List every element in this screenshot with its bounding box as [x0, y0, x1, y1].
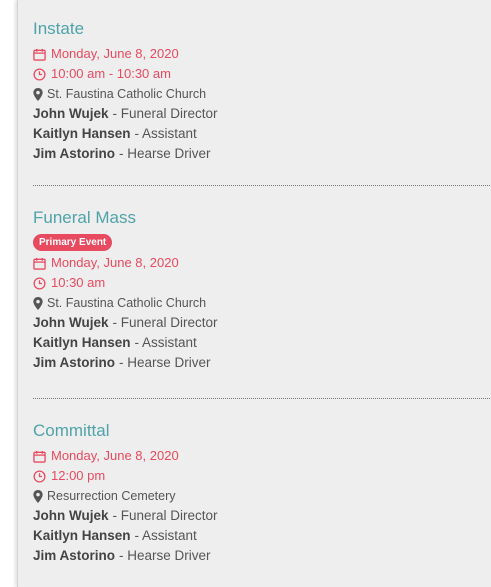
staff-role: - Funeral Director — [112, 315, 218, 330]
event-title-row: Funeral Mass — [33, 207, 491, 229]
staff-role: - Funeral Director — [112, 106, 218, 121]
event-committal: Committal Monday, June 8, 2020 12:00 pm … — [33, 420, 491, 566]
event-date: Monday, June 8, 2020 — [33, 44, 491, 64]
event-date-text: Monday, June 8, 2020 — [51, 255, 179, 270]
staff-name: Jim Astorino — [33, 548, 116, 563]
staff-row: Jim Astorino - Hearse Driver — [33, 546, 491, 566]
map-marker-icon — [33, 296, 43, 310]
staff-name: Jim Astorino — [33, 146, 116, 161]
calendar-icon — [33, 450, 46, 463]
staff-role: - Hearse Driver — [119, 548, 211, 563]
event-schedule-panel: Instate Monday, June 8, 2020 10:00 am - … — [17, 0, 491, 587]
map-marker-icon — [33, 87, 43, 101]
event-location-text: St. Faustina Catholic Church — [47, 87, 207, 101]
staff-role: - Hearse Driver — [119, 355, 211, 370]
clock-icon — [33, 469, 46, 483]
event-date-text: Monday, June 8, 2020 — [51, 46, 179, 61]
event-title-row: Instate — [33, 18, 491, 40]
event-funeral-mass: Funeral Mass Primary Event Monday, June … — [33, 207, 491, 373]
staff-role: - Assistant — [134, 528, 197, 543]
event-time: 12:00 pm — [33, 466, 491, 486]
staff-name: Jim Astorino — [33, 355, 116, 370]
staff-row: John Wujek - Funeral Director — [33, 104, 491, 124]
event-location: St. Faustina Catholic Church — [33, 84, 491, 104]
event-title: Committal — [33, 421, 110, 440]
event-time: 10:00 am - 10:30 am — [33, 64, 491, 84]
event-date-text: Monday, June 8, 2020 — [51, 448, 179, 463]
event-location-text: Resurrection Cemetery — [47, 489, 176, 503]
clock-icon — [33, 276, 46, 290]
staff-name: Kaitlyn Hansen — [33, 528, 131, 543]
event-title-row: Committal — [33, 420, 491, 442]
staff-role: - Assistant — [134, 335, 197, 350]
clock-icon — [33, 67, 46, 81]
staff-name: John Wujek — [33, 508, 109, 523]
event-time-text: 12:00 pm — [51, 468, 106, 483]
event-location: St. Faustina Catholic Church — [33, 293, 491, 313]
event-location: Resurrection Cemetery — [33, 486, 491, 506]
staff-role: - Hearse Driver — [119, 146, 211, 161]
event-date: Monday, June 8, 2020 — [33, 446, 491, 466]
staff-role: - Assistant — [134, 126, 197, 141]
event-location-text: St. Faustina Catholic Church — [47, 296, 207, 310]
event-time: 10:30 am — [33, 273, 491, 293]
map-marker-icon — [33, 489, 43, 503]
divider — [33, 398, 491, 399]
event-title: Funeral Mass — [33, 208, 136, 227]
staff-role: - Funeral Director — [112, 508, 218, 523]
event-date: Monday, June 8, 2020 — [33, 253, 491, 273]
calendar-icon — [33, 48, 46, 61]
divider — [33, 185, 491, 186]
event-title: Instate — [33, 19, 85, 38]
staff-row: Jim Astorino - Hearse Driver — [33, 353, 491, 373]
staff-name: Kaitlyn Hansen — [33, 126, 131, 141]
staff-name: John Wujek — [33, 106, 109, 121]
staff-row: John Wujek - Funeral Director — [33, 506, 491, 526]
staff-row: Kaitlyn Hansen - Assistant — [33, 333, 491, 353]
staff-name: Kaitlyn Hansen — [33, 335, 131, 350]
staff-name: John Wujek — [33, 315, 109, 330]
event-time-text: 10:00 am - 10:30 am — [51, 66, 171, 81]
primary-event-badge: Primary Event — [33, 234, 113, 251]
staff-row: Kaitlyn Hansen - Assistant — [33, 124, 491, 144]
event-instate: Instate Monday, June 8, 2020 10:00 am - … — [33, 18, 491, 164]
staff-row: John Wujek - Funeral Director — [33, 313, 491, 333]
event-time-text: 10:30 am — [51, 275, 106, 290]
staff-row: Jim Astorino - Hearse Driver — [33, 144, 491, 164]
calendar-icon — [33, 257, 46, 270]
staff-row: Kaitlyn Hansen - Assistant — [33, 526, 491, 546]
